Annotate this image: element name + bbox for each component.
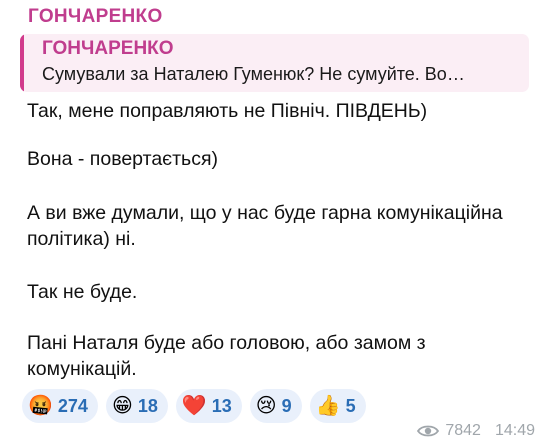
reaction-grin[interactable]: 😁 18 (105, 389, 168, 423)
reaction-heart[interactable]: ❤️ 13 (175, 389, 242, 423)
message-paragraph: комунікацій. (27, 358, 137, 380)
message-paragraph: Так, мене поправляють не Північ. ПІВДЕНЬ… (27, 100, 428, 122)
reply-author: ГОНЧАРЕНКО (42, 38, 174, 59)
message-meta: 7842 14:49 (417, 422, 535, 440)
reply-preview[interactable]: ГОНЧАРЕНКО Сумували за Наталею Гуменюк? … (20, 34, 529, 92)
reply-text: Сумували за Наталею Гуменюк? Не сумуйте.… (42, 64, 465, 84)
reaction-count: 18 (137, 395, 158, 416)
thumbs-up-icon: 👍 (315, 395, 341, 417)
view-count: 7842 (445, 422, 481, 439)
message-time: 14:49 (494, 422, 535, 439)
message-paragraph: А ви вже думали, що у нас буде гарна ком… (27, 202, 503, 224)
reply-accent-bar (20, 34, 24, 92)
reaction-angry[interactable]: 🤬 274 (22, 389, 98, 423)
message-paragraph: Так не буде. (27, 281, 138, 303)
message-paragraph: Пані Наталя буде або головою, або замом … (27, 332, 426, 354)
reaction-thumbs-up[interactable]: 👍 5 (309, 389, 366, 423)
eye-icon (417, 425, 440, 437)
crying-face-icon: 😢 (255, 395, 277, 417)
reaction-count: 274 (57, 395, 88, 416)
sender-name[interactable]: ГОНЧАРЕНКО (28, 6, 163, 28)
reaction-crying[interactable]: 😢 9 (249, 389, 302, 423)
reaction-count: 5 (345, 395, 356, 416)
reaction-count: 9 (281, 395, 292, 416)
angry-face-icon: 🤬 (28, 395, 53, 417)
reaction-count: 13 (211, 395, 232, 416)
grin-face-icon: 😁 (111, 395, 133, 417)
reactions-bar: 🤬 274 😁 18 ❤️ 13 😢 9 👍 5 (22, 389, 366, 423)
message-paragraph: політика) ні. (27, 228, 136, 250)
heart-icon: ❤️ (181, 395, 207, 417)
message-paragraph: Вона - повертається) (27, 148, 219, 170)
message-bubble: ГОНЧАРЕНКО ГОНЧАРЕНКО Сумували за Натале… (0, 0, 549, 447)
